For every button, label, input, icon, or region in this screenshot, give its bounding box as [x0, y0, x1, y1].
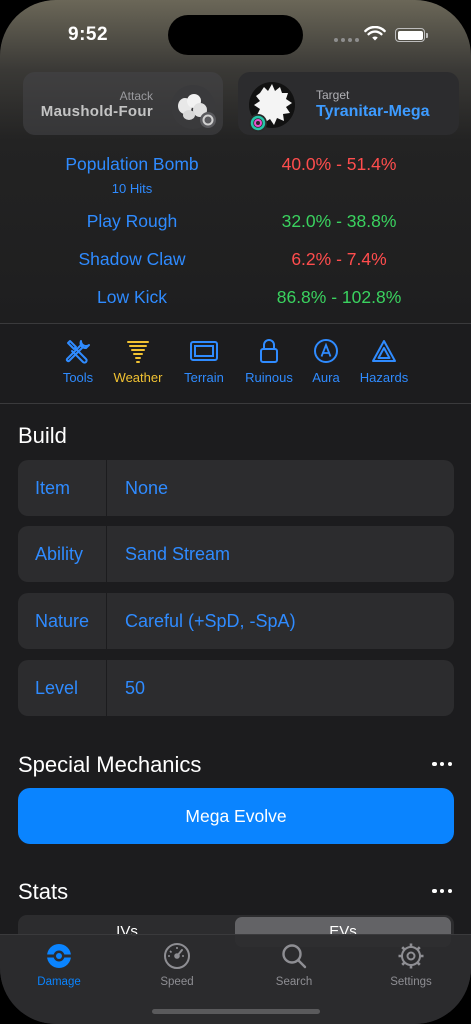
move-damage: 40.0% - 51.4% [281, 154, 397, 174]
move-name: Population Bomb [65, 154, 199, 174]
terrain-icon [190, 341, 218, 361]
field-separator [106, 660, 107, 716]
special-mechanics-title: Special Mechanics [18, 752, 202, 777]
field-value: 50 [125, 678, 146, 698]
field-label: Level [35, 678, 79, 698]
attacker-sprite-icon [171, 85, 216, 129]
target-caption: Target [316, 88, 350, 102]
battery-icon [395, 28, 428, 42]
attacker-name: Maushold-Four [40, 103, 153, 120]
special-more-icon[interactable] [432, 761, 452, 767]
app-screen: 9:52 Attack Maushold-Four Target Tyranit… [0, 0, 471, 1024]
tornado-icon [127, 341, 149, 363]
speedometer-icon [164, 943, 190, 969]
move-damage: 6.2% - 7.4% [291, 249, 387, 269]
tool-label: Hazards [359, 370, 409, 385]
home-indicator [152, 1009, 320, 1014]
tool-hazards[interactable]: Hazards [349, 336, 419, 385]
tab-settings[interactable]: Settings [361, 941, 461, 988]
move-name: Shadow Claw [78, 249, 186, 269]
dynamic-island [168, 15, 303, 55]
gear-icon [398, 943, 424, 969]
aura-icon [314, 339, 338, 363]
attacker-caption: Attack [119, 89, 153, 103]
divider [0, 323, 471, 324]
move-damage: 86.8% - 102.8% [276, 287, 402, 307]
move-name: Low Kick [96, 287, 168, 307]
field-label: Nature [35, 611, 90, 631]
field-toolbar: Tools Weather Terrain Ruinous Aura Hazar… [0, 336, 471, 392]
target-sprite-icon [249, 82, 295, 132]
field-value: Sand Stream [125, 544, 231, 564]
tab-label: Damage [37, 976, 81, 988]
move-row-3[interactable]: Shadow Claw 6.2% - 7.4% [0, 249, 471, 287]
tool-label: Weather [113, 370, 163, 385]
move-hits: 10 Hits [111, 181, 153, 196]
target-name: Tyranitar-Mega [316, 103, 430, 120]
tab-label: Speed [160, 976, 194, 988]
field-separator [106, 460, 107, 516]
tool-terrain[interactable]: Terrain [169, 336, 239, 385]
stats-title: Stats [18, 879, 69, 904]
nature-field[interactable]: Nature Careful (+SpD, -SpA) [18, 593, 454, 649]
hazard-triangle-icon [372, 340, 396, 362]
field-label: Ability [35, 544, 84, 564]
tool-weather[interactable]: Weather [103, 336, 173, 385]
cellular-dots-icon [334, 38, 359, 42]
build-title: Build [18, 423, 67, 448]
tab-damage[interactable]: Damage [9, 941, 109, 988]
mega-evolve-button[interactable]: Mega Evolve [18, 788, 454, 844]
wifi-icon [364, 26, 386, 41]
tab-speed[interactable]: Speed [127, 941, 227, 988]
move-name: Play Rough [86, 211, 178, 231]
level-field[interactable]: Level 50 [18, 660, 454, 716]
move-row-2[interactable]: Play Rough 32.0% - 38.8% [0, 211, 471, 249]
tab-search[interactable]: Search [244, 941, 344, 988]
search-icon [282, 944, 307, 969]
status-time: 9:52 [68, 24, 109, 45]
tools-icon [65, 340, 90, 364]
field-value: None [125, 478, 169, 498]
pokeball-icon [47, 944, 71, 968]
move-row-1[interactable]: Population Bomb 10 Hits 40.0% - 51.4% [0, 154, 471, 196]
field-label: Item [35, 478, 71, 498]
move-row-4[interactable]: Low Kick 86.8% - 102.8% [0, 287, 471, 325]
field-separator [106, 526, 107, 582]
tab-label: Settings [390, 976, 432, 988]
field-value: Careful (+SpD, -SpA) [125, 611, 296, 631]
tab-label: Search [275, 976, 313, 988]
stats-more-icon[interactable] [432, 888, 452, 894]
item-field[interactable]: Item None [18, 460, 454, 516]
divider [0, 403, 471, 404]
status-bar: 9:52 [0, 0, 471, 70]
ability-field[interactable]: Ability Sand Stream [18, 526, 454, 582]
tool-label: Terrain [184, 370, 224, 385]
field-separator [106, 593, 107, 649]
move-damage: 32.0% - 38.8% [281, 211, 397, 231]
lock-icon [260, 339, 278, 363]
